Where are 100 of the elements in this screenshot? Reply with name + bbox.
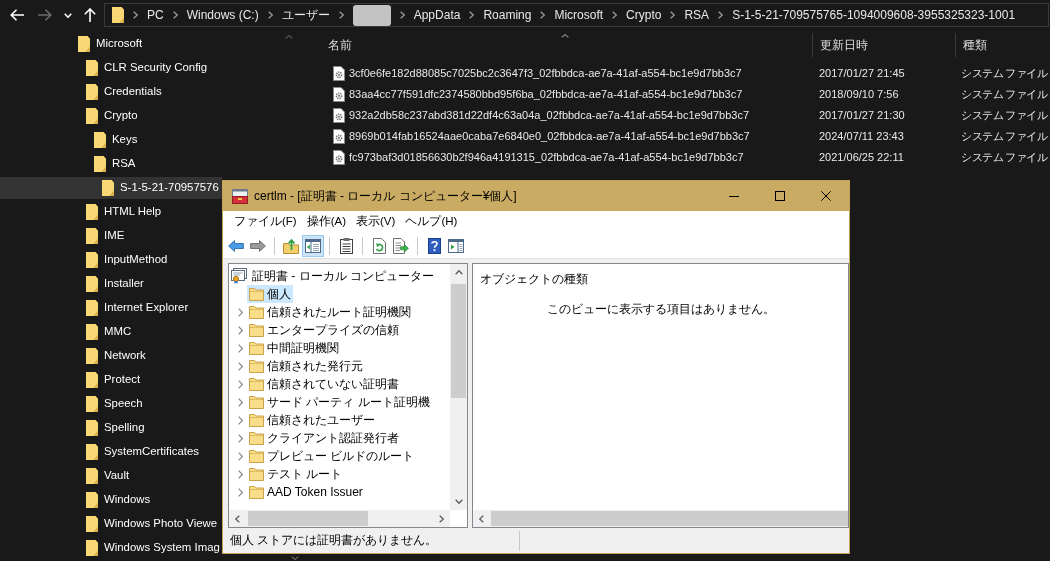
tree-item[interactable]: Spelling [86, 417, 145, 439]
scroll-left-icon[interactable] [479, 514, 484, 523]
tree-item[interactable]: MMC [86, 321, 132, 343]
tree-item[interactable]: Microsoft [78, 33, 143, 55]
tree-item[interactable]: InputMethod [86, 249, 168, 271]
expand-chevron-icon[interactable] [238, 487, 243, 497]
column-header[interactable]: 名前 [328, 36, 352, 54]
tree-item[interactable]: Keys [94, 129, 138, 151]
tree-item[interactable]: プレビュー ビルドのルート [247, 447, 417, 465]
expand-chevron-icon[interactable] [238, 469, 243, 479]
menu-item[interactable]: 表示(V) [351, 213, 401, 231]
tree-item[interactable]: 信頼されたユーザー [247, 411, 377, 429]
tree-item[interactable]: AAD Token Issuer [247, 483, 365, 501]
tree-item[interactable]: Installer [86, 273, 144, 295]
expand-chevron-icon[interactable] [238, 433, 243, 443]
tree-item[interactable]: Windows System Imag [86, 537, 220, 559]
address-field[interactable]: PC Windows (C:) ユーザー AppData Roaming Microsoft Crypto RSA S-1-5-21-709575765-1094009608-3955325323-1001 [104, 3, 1049, 27]
tree-item[interactable]: 個人 [247, 285, 293, 303]
export-page-icon[interactable] [393, 237, 409, 254]
file-name[interactable]: fc973baf3d01856630b2f946a4191315_02fbbdca-ae7a-41af-a554-bc1e9d7bb3c7 [349, 149, 744, 166]
tree-item[interactable]: Credentials [86, 81, 162, 103]
breadcrumb-item[interactable]: PC [147, 6, 164, 24]
tree-item[interactable]: サード パーティ ルート証明機 [247, 393, 432, 411]
chevron-right-icon[interactable] [133, 11, 138, 19]
tree-item[interactable]: Crypto [86, 105, 138, 127]
scroll-left-icon[interactable] [235, 514, 240, 523]
tree-item[interactable]: CLR Security Config [86, 57, 208, 79]
minimize-icon[interactable] [729, 195, 739, 197]
scrollbar-thumb[interactable] [451, 284, 466, 398]
scroll-up-icon[interactable] [285, 35, 293, 39]
refresh-page-icon[interactable] [372, 237, 386, 254]
chevron-right-icon[interactable] [540, 11, 546, 19]
file-name[interactable]: 3cf0e6fe182d88085c7025bc2c3647f3_02fbbdca-ae7a-41af-a554-bc1e9d7bb3c7 [349, 65, 742, 82]
chevron-right-icon[interactable] [338, 11, 344, 19]
file-name[interactable]: 83aa4cc77f591dfc2374580bbd95f6ba_02fbbdca-ae7a-41af-a554-bc1e9d7bb3c7 [349, 86, 743, 103]
breadcrumb-item[interactable]: RSA [684, 6, 710, 24]
tree-item[interactable]: RSA [94, 153, 136, 175]
up-arrow-icon[interactable] [84, 8, 96, 22]
help-icon[interactable] [427, 237, 441, 254]
scroll-right-icon[interactable] [439, 514, 444, 523]
scroll-down-icon[interactable] [291, 556, 299, 560]
chevron-right-icon[interactable] [172, 11, 178, 19]
tree-item[interactable]: Vault [86, 465, 130, 487]
tree-item[interactable]: 信頼された発行元 [247, 357, 365, 375]
scroll-up-icon[interactable] [454, 270, 463, 275]
column-header[interactable]: オブジェクトの種類 [480, 271, 588, 289]
horizontal-scrollbar[interactable] [229, 510, 450, 527]
tree-item[interactable]: 中間証明機関 [247, 339, 341, 357]
chevron-right-icon[interactable] [718, 11, 724, 19]
folder-up-arrow-icon[interactable] [283, 237, 299, 254]
tree-item[interactable]: 信頼されたルート証明機関 [247, 303, 413, 321]
tree-item[interactable]: 信頼されていない証明書 [247, 375, 401, 393]
breadcrumb-item[interactable]: S-1-5-21-709575765-1094009608-3955325323-1001 [732, 6, 1016, 24]
tree-item[interactable]: Network [86, 345, 146, 367]
scrollbar-thumb[interactable] [491, 511, 848, 526]
expand-chevron-icon[interactable] [238, 415, 243, 425]
vertical-scrollbar[interactable] [450, 264, 467, 510]
expand-chevron-icon[interactable] [238, 307, 243, 317]
chevron-down-icon[interactable] [64, 12, 72, 18]
tree-item[interactable]: クライアント認証発行者 [247, 429, 401, 447]
chevron-right-icon[interactable] [612, 11, 618, 19]
file-name[interactable]: 8969b014fab16524aae0caba7e6840e0_02fbbdca-ae7a-41af-a554-bc1e9d7bb3c7 [349, 128, 750, 145]
tree-item[interactable]: テスト ルート [247, 465, 345, 483]
tree-item[interactable]: Protect [86, 369, 141, 391]
scrollbar-thumb[interactable] [248, 511, 368, 526]
expand-chevron-icon[interactable] [238, 361, 243, 371]
tree-item[interactable]: エンタープライズの信頼 [247, 321, 401, 339]
breadcrumb-item[interactable]: AppData [413, 6, 461, 24]
breadcrumb-item[interactable]: Windows (C:) [186, 6, 259, 24]
clipboard-icon[interactable] [339, 237, 353, 254]
file-name[interactable]: 932a2db58c237abd381d22df4c63a04a_02fbbdca-ae7a-41af-a554-bc1e9d7bb3c7 [349, 107, 750, 124]
tree-item[interactable]: Speech [86, 393, 143, 415]
expand-chevron-icon[interactable] [238, 451, 243, 461]
column-header[interactable]: 更新日時 [820, 36, 868, 54]
chevron-right-icon[interactable] [670, 11, 676, 19]
menu-item[interactable]: ヘルプ(H) [400, 213, 463, 231]
expand-chevron-icon[interactable] [238, 343, 243, 353]
breadcrumb-item[interactable]: Microsoft [554, 6, 604, 24]
breadcrumb-item[interactable]: ユーザー [281, 6, 330, 24]
horizontal-scrollbar[interactable] [473, 510, 848, 527]
tree-item[interactable]: IME [86, 225, 125, 247]
tree-item[interactable]: Internet Explorer [86, 297, 189, 319]
right-pane-window-icon[interactable] [448, 238, 464, 253]
tree-item[interactable]: Windows Photo Viewe [86, 513, 218, 535]
chevron-right-icon[interactable] [399, 11, 405, 19]
expand-chevron-icon[interactable] [238, 325, 243, 335]
forward-arrow-icon[interactable] [250, 239, 266, 252]
close-icon[interactable] [821, 191, 831, 201]
column-header[interactable]: 種類 [963, 36, 987, 54]
menu-item[interactable]: 操作(A) [301, 213, 352, 231]
menu-item[interactable]: ファイル(F) [229, 213, 302, 231]
tree-item[interactable]: Windows [86, 489, 151, 511]
breadcrumb-item[interactable]: Roaming [483, 6, 532, 24]
tree-item[interactable]: SystemCertificates [86, 441, 199, 463]
maximize-icon[interactable] [775, 191, 785, 201]
toggle-button[interactable] [302, 234, 324, 257]
tree-item[interactable]: 証明書 - ローカル コンピューター [231, 267, 436, 285]
tree-item[interactable]: S-1-5-21-70957576 [0, 177, 222, 199]
chevron-right-icon[interactable] [267, 11, 273, 19]
breadcrumb-item[interactable]: Crypto [626, 6, 662, 24]
